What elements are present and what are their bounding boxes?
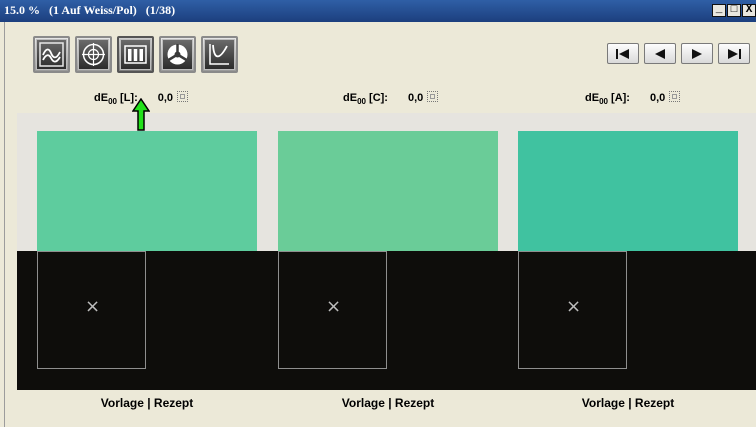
maximize-button[interactable]: □ [727,4,741,17]
metric-de-c: dE00 [C]: 0,0 [343,91,439,107]
skip-to-first-icon [616,48,629,59]
u-curve-view-button[interactable] [201,36,238,73]
pie-view-button[interactable] [159,36,196,73]
bar-columns-view-button[interactable] [117,36,154,73]
last-record-button[interactable] [718,43,750,64]
lock-toggle-icon[interactable] [177,91,189,102]
view-toolbar [33,36,243,73]
previous-icon [655,48,665,59]
left-frame [0,22,5,427]
pie-segments-icon [167,44,188,65]
lock-toggle-icon[interactable] [669,91,681,102]
close-button[interactable]: X [742,4,756,17]
first-record-button[interactable] [607,43,639,64]
next-icon [692,48,702,59]
previous-record-button[interactable] [644,43,676,64]
metric-value: 0,0 [649,92,666,104]
empty-sample-mark: × [566,296,582,317]
green-arrow-icon [132,98,150,131]
title-bar[interactable]: 15.0 % (1 Auf Weiss/Pol) (1/38) _ □ X [0,0,756,22]
reference-color-swatch [37,131,257,251]
swatch-caption: Vorlage | Rezept [341,396,435,410]
metric-de-a: dE00 [A]: 0,0 [585,91,681,107]
swatch-caption: Vorlage | Rezept [100,396,194,410]
metric-label: dE00 [C]: [343,92,388,107]
target-view-button[interactable] [75,36,112,73]
skip-to-last-icon [728,48,741,59]
window-controls: _ □ X [711,4,756,17]
application-window: 15.0 % (1 Auf Weiss/Pol) (1/38) _ □ X dE… [0,0,756,427]
curve-chart-icon [39,42,64,67]
lock-toggle-icon[interactable] [427,91,439,102]
curve-chart-view-button[interactable] [33,36,70,73]
swatch-caption: Vorlage | Rezept [581,396,675,410]
window-title: 15.0 % (1 Auf Weiss/Pol) (1/38) [4,3,176,17]
empty-sample-mark: × [85,296,101,317]
u-curve-icon [209,44,229,65]
next-record-button[interactable] [681,43,713,64]
reference-color-swatch [278,131,498,251]
metric-value: 0,0 [407,92,424,104]
empty-sample-mark: × [326,296,342,317]
reference-color-swatch [518,131,738,251]
metric-value: 0,0 [157,92,174,104]
navigation-controls [607,43,755,64]
minimize-button[interactable]: _ [712,4,726,17]
bar-columns-icon [124,45,147,64]
metric-label: dE00 [A]: [585,92,630,107]
crosshair-target-icon [82,43,105,66]
